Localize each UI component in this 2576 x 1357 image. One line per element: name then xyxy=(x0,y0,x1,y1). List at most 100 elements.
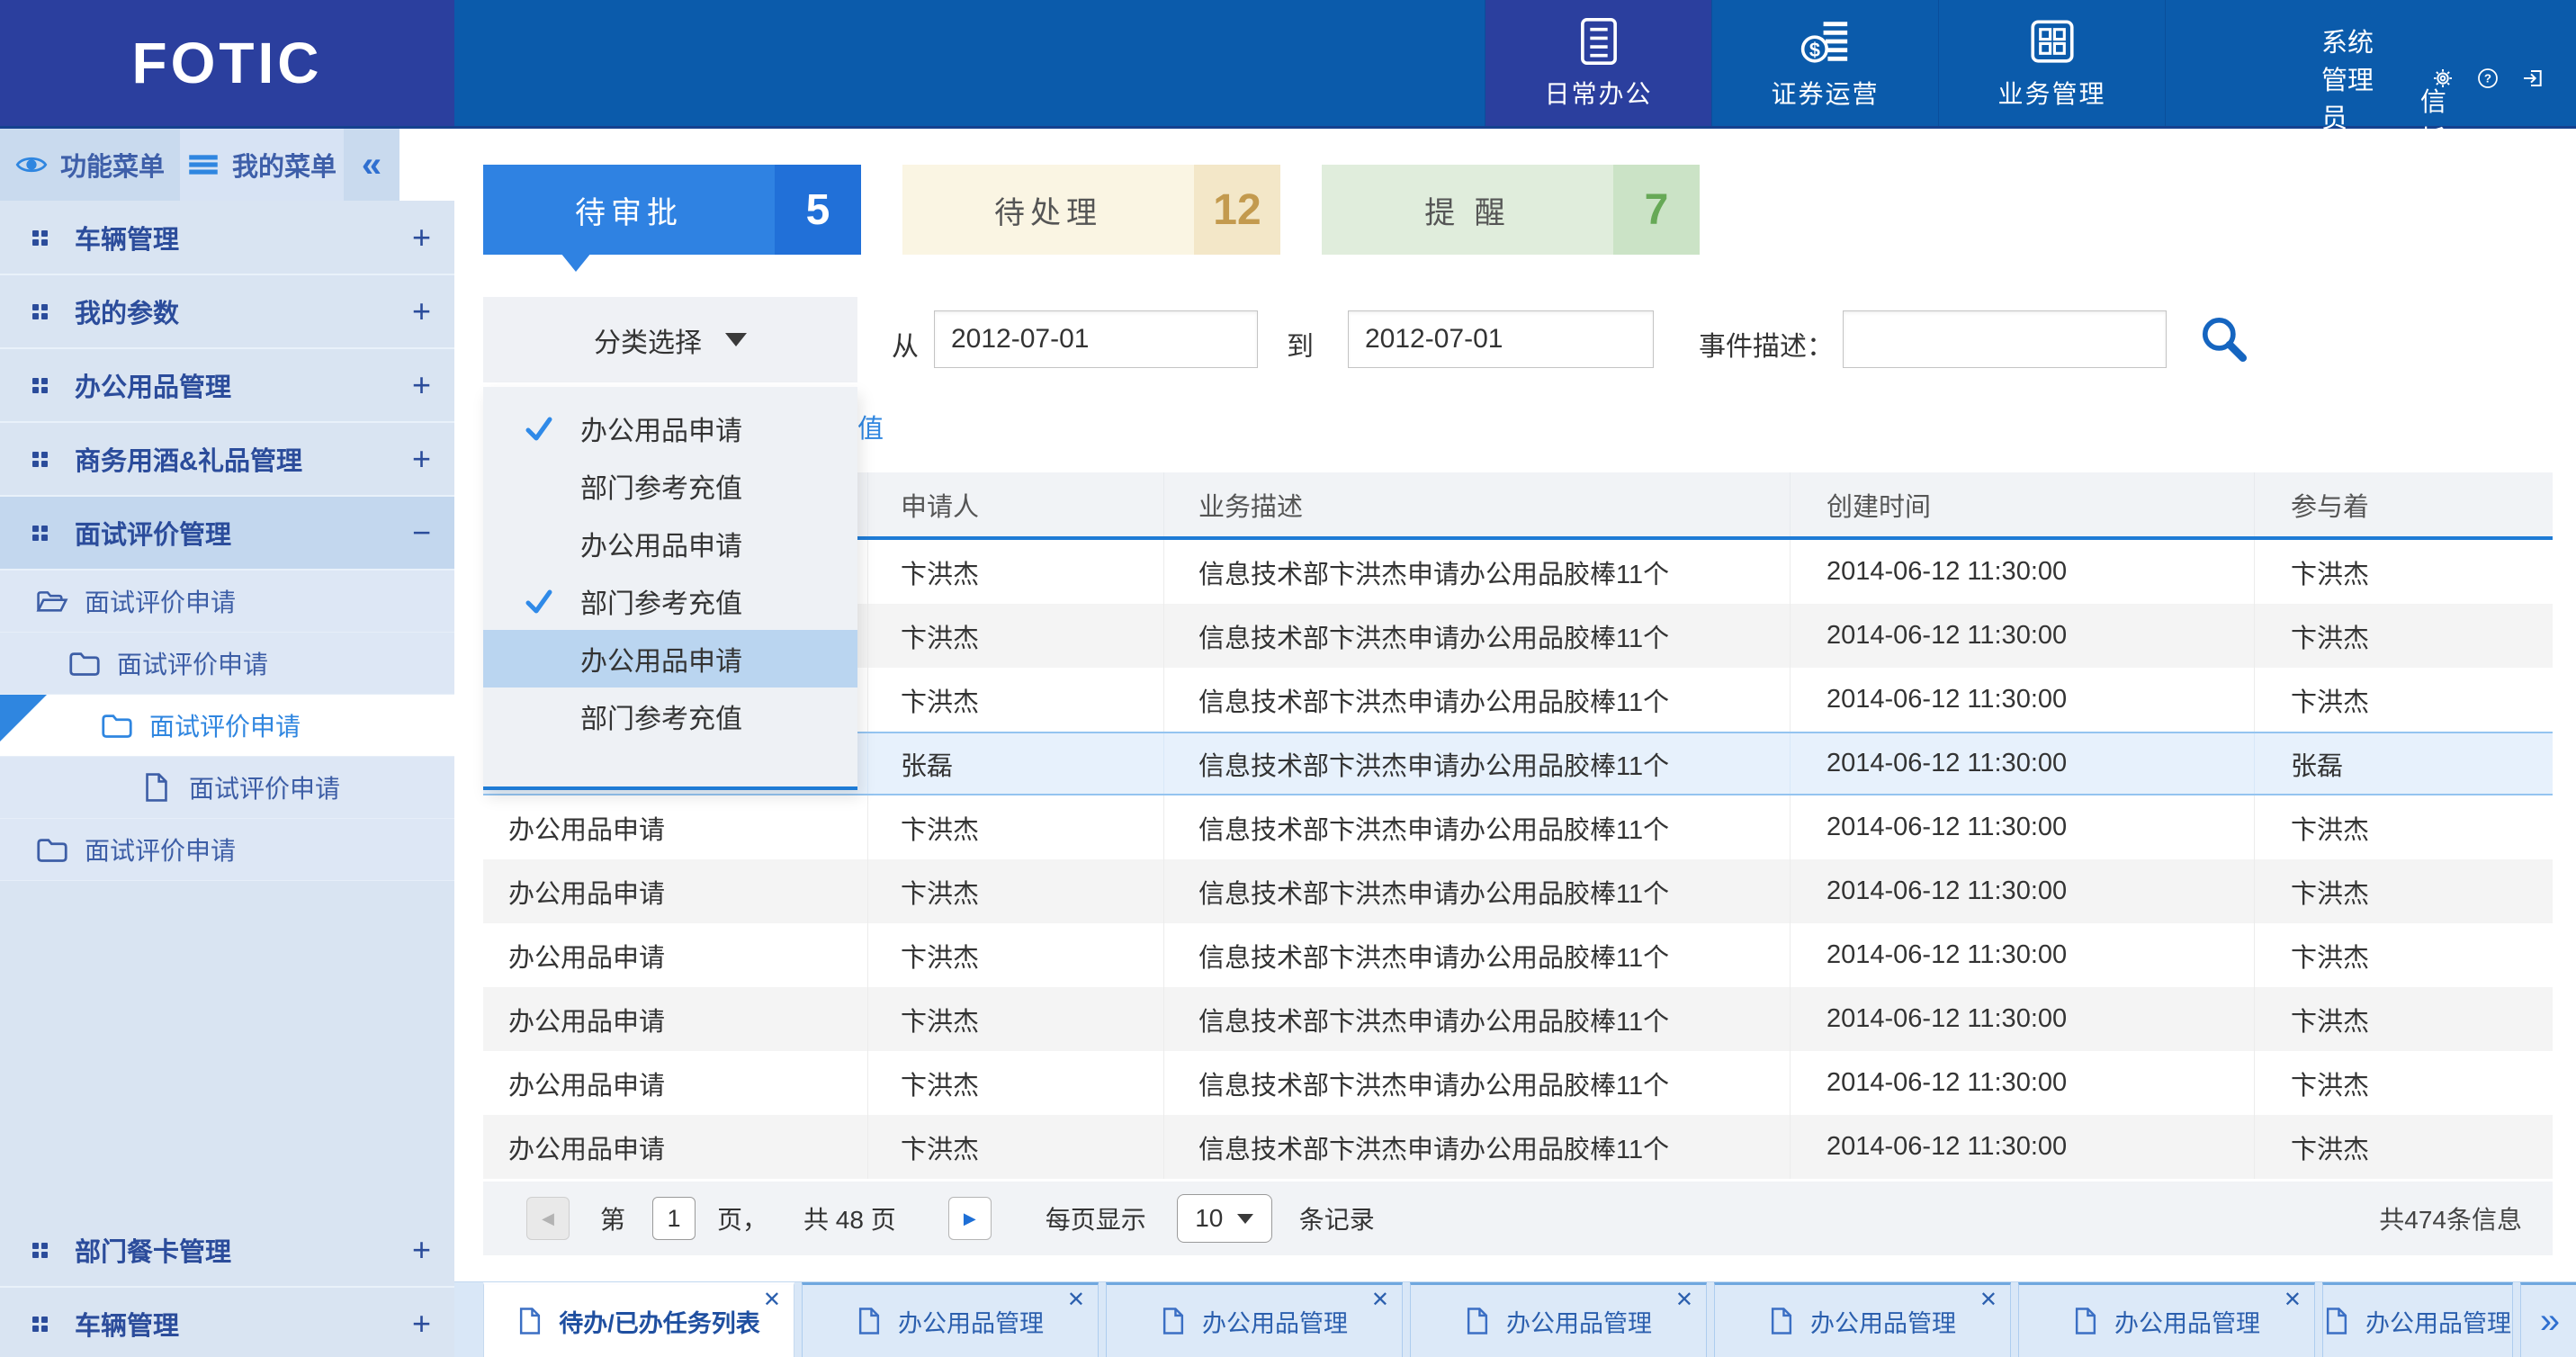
bottom-tab-label: 办公用品管理 xyxy=(2365,1304,2511,1339)
folder-icon xyxy=(68,648,101,678)
folder-open-icon xyxy=(36,586,68,616)
close-icon[interactable]: ✕ xyxy=(1067,1287,1085,1313)
expand-toggle-icon[interactable]: + xyxy=(412,292,431,330)
table-row[interactable]: 办公用品申请卞洪杰信息技术部卞洪杰申请办公用品胶棒11个2014-06-12 1… xyxy=(483,859,2553,923)
tab-overflow-button[interactable]: » xyxy=(2520,1282,2576,1357)
column-header: 申请人 xyxy=(868,472,1164,536)
table-cell: 卞洪杰 xyxy=(2255,540,2553,604)
summary-card-green[interactable]: 提 醒7 xyxy=(1322,165,1700,255)
sidebar-item[interactable]: 我的参数+ xyxy=(0,275,454,349)
prev-page-button[interactable]: ◀ xyxy=(526,1197,570,1240)
sidebar-item[interactable]: 部门餐卡管理+ xyxy=(0,1214,454,1288)
bottom-tab[interactable]: 办公用品管理 xyxy=(2322,1282,2513,1357)
table-row[interactable]: 办公用品申请卞洪杰信息技术部卞洪杰申请办公用品胶棒11个2014-06-12 1… xyxy=(483,795,2553,859)
hamburger-icon xyxy=(187,152,220,177)
header-nav-item[interactable]: 证券运营 xyxy=(1711,0,1938,126)
dropdown-item[interactable]: 部门参考充值 xyxy=(483,457,857,515)
sidebar-item[interactable]: 面试评价管理− xyxy=(0,497,454,571)
header-nav-item[interactable]: 日常办公 xyxy=(1485,0,1711,126)
table-row[interactable]: 办公用品申请卞洪杰信息技术部卞洪杰申请办公用品胶棒11个2014-06-12 1… xyxy=(483,923,2553,987)
table-cell: 信息技术部卞洪杰申请办公用品胶棒11个 xyxy=(1164,540,1791,604)
daily-office-icon xyxy=(1573,15,1625,67)
dropdown-item[interactable]: 办公用品申请 xyxy=(483,630,857,687)
dropdown-item-label: 部门参考充值 xyxy=(580,466,742,506)
column-header: 创建时间 xyxy=(1791,472,2255,536)
table-cell: 2014-06-12 11:30:00 xyxy=(1791,923,2255,987)
active-wedge-marker xyxy=(0,695,47,741)
summary-card-blue[interactable]: 待审批5 xyxy=(483,165,861,255)
close-icon[interactable]: ✕ xyxy=(763,1287,781,1313)
table-cell: 信息技术部卞洪杰申请办公用品胶棒11个 xyxy=(1164,1115,1791,1179)
table-cell: 2014-06-12 11:30:00 xyxy=(1791,733,2255,794)
dropdown-item[interactable]: 办公用品申请 xyxy=(483,515,857,572)
sidebar-subitem[interactable]: 面试评价申请 xyxy=(0,695,454,757)
table-cell: 2014-06-12 11:30:00 xyxy=(1791,859,2255,923)
bottom-tab[interactable]: 办公用品管理✕ xyxy=(2018,1282,2315,1357)
per-page-select[interactable]: 10 xyxy=(1177,1194,1272,1243)
event-desc-input[interactable] xyxy=(1843,310,2167,368)
pagination-bar: ◀ 第 1 页， 共 48 页 ▶ 每页显示 10 条记录 共474条信息 xyxy=(483,1182,2553,1255)
summary-card-label: 待审批 xyxy=(483,165,775,255)
dropdown-item-label: 部门参考充值 xyxy=(580,696,742,736)
expand-toggle-icon[interactable]: + xyxy=(412,1305,431,1343)
close-icon[interactable]: ✕ xyxy=(1675,1287,1693,1313)
tab-function-menu-label: 功能菜单 xyxy=(60,146,165,184)
table-cell: 卞洪杰 xyxy=(868,668,1164,732)
table-cell: 卞洪杰 xyxy=(868,1051,1164,1115)
total-info-label: 共474条信息 xyxy=(2379,1200,2522,1236)
sidebar-item[interactable]: 车辆管理+ xyxy=(0,202,454,275)
table-cell: 卞洪杰 xyxy=(2255,795,2553,859)
date-to-input[interactable] xyxy=(1348,310,1654,368)
sidebar-item[interactable]: 办公用品管理+ xyxy=(0,349,454,423)
table-row[interactable]: 办公用品申请卞洪杰信息技术部卞洪杰申请办公用品胶棒11个2014-06-12 1… xyxy=(483,1051,2553,1115)
bottom-tab[interactable]: 待办/已办任务列表✕ xyxy=(483,1282,794,1357)
next-page-button[interactable]: ▶ xyxy=(948,1197,992,1240)
sidebar-menu-bottom: 部门餐卡管理+车辆管理+ xyxy=(0,1214,454,1357)
sidebar-item[interactable]: 车辆管理+ xyxy=(0,1288,454,1357)
securities-icon xyxy=(1800,15,1852,67)
table-cell: 办公用品申请 xyxy=(483,923,868,987)
expand-toggle-icon[interactable]: + xyxy=(412,219,431,256)
close-icon[interactable]: ✕ xyxy=(1979,1287,1997,1313)
category-select-button[interactable]: 分类选择 xyxy=(483,297,857,382)
header-nav-label: 业务管理 xyxy=(1997,75,2105,111)
bottom-tab[interactable]: 办公用品管理✕ xyxy=(1714,1282,2011,1357)
expand-toggle-icon[interactable]: + xyxy=(412,1231,431,1269)
business-icon xyxy=(2026,15,2078,67)
bottom-tab[interactable]: 办公用品管理✕ xyxy=(1410,1282,1707,1357)
eye-icon xyxy=(15,152,48,177)
tab-function-menu[interactable]: 功能菜单 xyxy=(0,129,180,201)
bottom-tab[interactable]: 办公用品管理✕ xyxy=(1106,1282,1403,1357)
sidebar-item[interactable]: 商务用酒&礼品管理+ xyxy=(0,423,454,497)
close-icon[interactable]: ✕ xyxy=(1371,1287,1389,1313)
date-from-input[interactable] xyxy=(934,310,1258,368)
table-cell: 办公用品申请 xyxy=(483,795,868,859)
dropdown-item[interactable]: 办公用品申请 xyxy=(483,400,857,457)
header-nav-item[interactable]: 业务管理 xyxy=(1938,0,2165,126)
table-cell: 2014-06-12 11:30:00 xyxy=(1791,604,2255,668)
grid-dots-icon xyxy=(32,452,48,467)
table-cell: 信息技术部卞洪杰申请办公用品胶棒11个 xyxy=(1164,733,1791,794)
page-number-input[interactable]: 1 xyxy=(652,1197,696,1240)
total-pages-label: 共 48 页 xyxy=(803,1200,896,1236)
dropdown-item[interactable]: 部门参考充值 xyxy=(483,572,857,630)
table-row[interactable]: 办公用品申请卞洪杰信息技术部卞洪杰申请办公用品胶棒11个2014-06-12 1… xyxy=(483,1115,2553,1179)
bottom-tab[interactable]: 办公用品管理✕ xyxy=(802,1282,1099,1357)
summary-card-cream[interactable]: 待处理12 xyxy=(902,165,1280,255)
sidebar-subitem[interactable]: 面试评价申请 xyxy=(0,757,454,819)
expand-toggle-icon[interactable]: − xyxy=(412,514,431,552)
close-icon[interactable]: ✕ xyxy=(2284,1287,2302,1313)
sidebar-collapse-button[interactable]: « xyxy=(344,129,399,201)
tab-my-menu[interactable]: 我的菜单 xyxy=(180,129,344,201)
expand-toggle-icon[interactable]: + xyxy=(412,366,431,404)
table-cell: 2014-06-12 11:30:00 xyxy=(1791,795,2255,859)
app-header: FOTIC 日常办公证券运营业务管理 系统管理员 信托财产 2014-06-17 xyxy=(0,0,2576,129)
expand-toggle-icon[interactable]: + xyxy=(412,440,431,478)
dropdown-item-label: 部门参考充值 xyxy=(580,581,742,621)
table-row[interactable]: 办公用品申请卞洪杰信息技术部卞洪杰申请办公用品胶棒11个2014-06-12 1… xyxy=(483,987,2553,1051)
sidebar-subitem[interactable]: 面试评价申请 xyxy=(0,633,454,695)
sidebar-subitem[interactable]: 面试评价申请 xyxy=(0,571,454,633)
sidebar-subitem[interactable]: 面试评价申请 xyxy=(0,819,454,881)
search-button[interactable] xyxy=(2198,313,2248,364)
dropdown-item[interactable]: 部门参考充值 xyxy=(483,687,857,745)
